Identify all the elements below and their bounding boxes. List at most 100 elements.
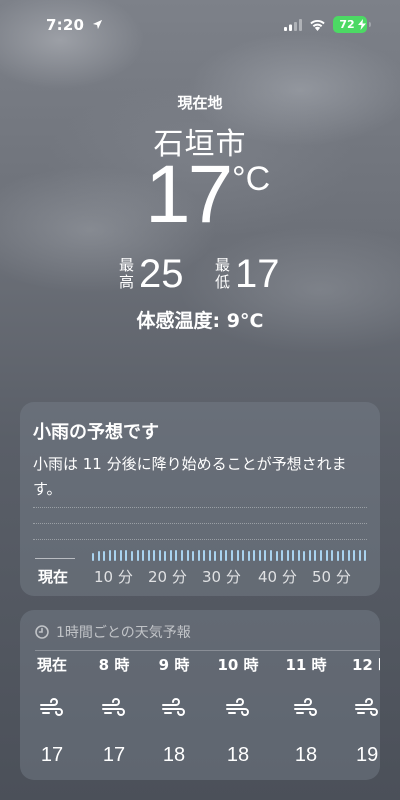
precipitation-bar (303, 551, 306, 561)
high-value: 25 (139, 252, 184, 296)
precipitation-bar (186, 550, 189, 561)
feels-like: 体感温度: 9°C (136, 310, 264, 332)
status-time: 7:20 (46, 16, 85, 34)
current-weather: 現在地 石垣市 17 °C 最高 25 最低 17 体感温度: 9°C (0, 92, 400, 332)
hour-column: 12 時 19 (340, 654, 380, 767)
wind-icon (84, 698, 144, 718)
hour-temperature: 17 (102, 744, 126, 766)
precipitation-bar (264, 550, 267, 561)
precipitation-bar (153, 550, 156, 561)
hour-temperature: 18 (294, 744, 318, 766)
hour-column: 現在 17 (22, 654, 82, 767)
precipitation-bar (181, 550, 183, 561)
precipitation-bar (320, 550, 322, 561)
precipitation-bar (286, 550, 289, 561)
precipitation-bar (297, 550, 300, 561)
precipitation-bar (342, 550, 345, 561)
precipitation-bar (203, 550, 206, 561)
precipitation-bar (358, 550, 361, 561)
axis-tick-label: 50 分 (312, 568, 351, 586)
precipitation-bar (114, 550, 117, 561)
precipitation-bar (253, 550, 256, 561)
high-label: 最高 (117, 257, 135, 291)
high-low: 最高 25 最低 17 (117, 252, 297, 302)
precipitation-bar (231, 550, 233, 561)
precipitation-bar (353, 550, 356, 561)
axis-tick-label: 10 分 (94, 568, 133, 586)
hour-label: 9 時 (158, 656, 190, 674)
current-temperature: 17 (145, 149, 233, 240)
precipitation-bar (197, 550, 200, 561)
high-block: 最高 25 (117, 252, 184, 296)
precipitation-bar (158, 550, 161, 561)
axis-tick-label: 30 分 (202, 568, 241, 586)
axis-tick-label: 現在 (38, 568, 69, 586)
precipitation-bar (364, 550, 367, 561)
precipitation-bar (169, 550, 172, 561)
precipitation-bar (164, 551, 167, 561)
hour-label: 10 時 (217, 656, 259, 674)
precipitation-bar (314, 550, 317, 561)
wind-icon (208, 698, 268, 718)
rain-card-description: 小雨は 11 分後に降り始めることが予想されます。 (33, 455, 347, 498)
precipitation-bar (175, 550, 178, 561)
precipitation-bar (325, 550, 328, 561)
wind-icon (276, 698, 336, 718)
chart-gridline (33, 507, 367, 508)
precipitation-bar (192, 551, 195, 561)
hour-label: 11 時 (285, 656, 327, 674)
axis-tick-label: 40 分 (258, 568, 297, 586)
low-label: 最低 (213, 257, 231, 291)
chart-baseline-now (35, 558, 75, 559)
hour-label: 現在 (36, 656, 67, 674)
wind-icon (340, 698, 380, 718)
hour-column: 11 時 18 (276, 654, 336, 767)
temperature-unit: °C (232, 160, 271, 198)
wind-icon (144, 698, 204, 718)
wind-icon (22, 698, 82, 718)
cellular-signal-icon (284, 19, 302, 31)
precipitation-bar (275, 551, 278, 561)
precipitation-bar (308, 550, 311, 561)
location-label: 現在地 (177, 94, 223, 112)
precipitation-bar (247, 551, 250, 561)
hourly-divider (35, 650, 380, 651)
precipitation-bar (97, 551, 100, 561)
battery-level: 72 (339, 18, 355, 31)
hourly-header: 1時間ごとの天気予報 (35, 622, 191, 642)
precipitation-bar (125, 550, 128, 561)
precipitation-bar (108, 550, 111, 561)
precipitation-bar (214, 551, 217, 561)
chart-gridline (33, 523, 367, 524)
battery-indicator: 72 (333, 16, 371, 33)
precipitation-bar (292, 550, 295, 561)
precipitation-bar (103, 551, 106, 561)
hourly-header-label: 1時間ごとの天気予報 (56, 625, 191, 641)
low-value: 17 (235, 252, 280, 296)
hour-column: 9 時 18 (144, 654, 204, 767)
charging-bolt-icon (358, 19, 366, 30)
wifi-icon (310, 19, 325, 31)
precipitation-bar (136, 550, 139, 561)
status-bar: 7:20 72 (0, 0, 400, 50)
hourly-forecast-card[interactable]: 1時間ごとの天気予報 現在 17 8 時 17 9 時 18 10 時 18 11 時 18 12 … (20, 610, 380, 780)
axis-tick-label: 20 分 (148, 568, 187, 586)
precipitation-bar (236, 550, 239, 561)
low-block: 最低 17 (213, 252, 280, 296)
precipitation-bar (208, 550, 211, 561)
precipitation-bar (142, 550, 144, 561)
precipitation-bar (281, 550, 283, 561)
hour-column: 10 時 18 (208, 654, 268, 767)
rain-forecast-card[interactable]: 小雨の予想です 小雨は 11 分後に降り始めることが予想されます。 現在 10 分… (20, 402, 380, 596)
location-arrow-icon (92, 19, 103, 30)
precipitation-bar (331, 550, 334, 561)
precipitation-bar (336, 551, 339, 561)
precipitation-bar (92, 553, 94, 561)
chart-gridline (33, 539, 367, 540)
precipitation-bar (147, 550, 150, 561)
precipitation-axis: 現在 10 分 20 分 30 分 40 分 50 分 (20, 566, 380, 588)
hour-temperature: 17 (40, 744, 64, 766)
precipitation-bar (269, 550, 272, 561)
precipitation-bar (347, 550, 350, 561)
precipitation-bar (225, 550, 228, 561)
